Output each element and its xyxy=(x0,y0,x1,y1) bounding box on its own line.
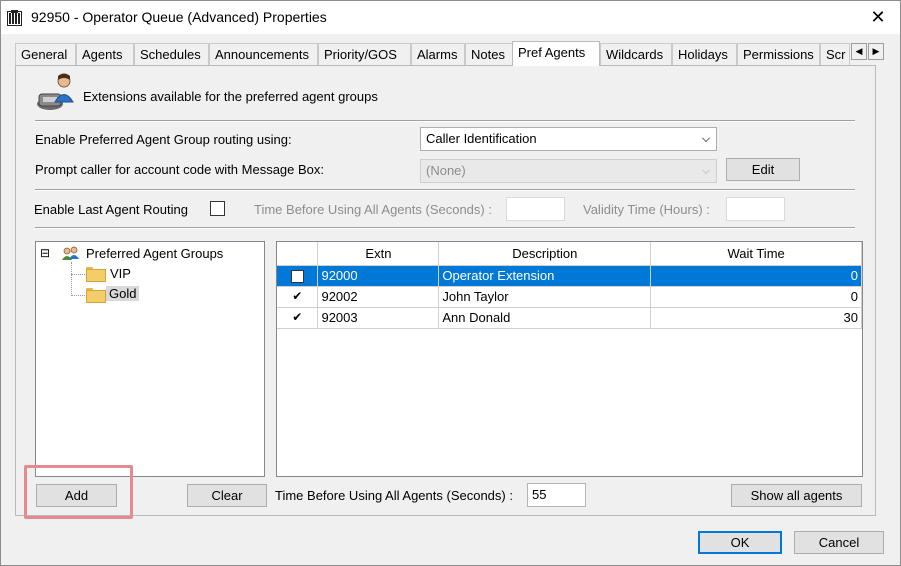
validity-time-input xyxy=(726,197,785,221)
add-button-highlight xyxy=(24,465,133,519)
table-row[interactable]: ✔ 92002 John Taylor 0 xyxy=(277,286,862,308)
agents-table: Extn Description Wait Time 92000 Operato… xyxy=(277,242,862,329)
wait-time-cell: 30 xyxy=(650,307,862,329)
header-description: Extensions available for the preferred a… xyxy=(83,89,378,104)
tab-holidays[interactable]: Holidays xyxy=(672,43,737,65)
row-checkbox-cell[interactable]: ✔ xyxy=(277,307,319,329)
prompt-dropdown-value: (None) xyxy=(426,163,466,178)
routing-dropdown-value: Caller Identification xyxy=(426,131,537,146)
edit-button[interactable]: Edit xyxy=(726,158,800,181)
cancel-button[interactable]: Cancel xyxy=(794,531,884,554)
row-checkbox-cell[interactable] xyxy=(277,265,319,287)
last-agent-time-label: Time Before Using All Agents (Seconds) : xyxy=(254,202,492,217)
ok-button[interactable]: OK xyxy=(698,531,782,554)
tree-item-vip[interactable]: VIP xyxy=(108,266,133,281)
tab-agents[interactable]: Agents xyxy=(76,43,134,65)
column-header-wait-time[interactable]: Wait Time xyxy=(650,242,862,266)
queue-app-icon xyxy=(7,10,22,26)
checkmark-icon[interactable]: ✔ xyxy=(291,311,304,325)
separator xyxy=(35,227,855,229)
last-agent-checkbox[interactable] xyxy=(210,201,225,216)
tab-general[interactable]: General xyxy=(15,43,76,65)
folder-icon xyxy=(86,267,106,282)
table-row[interactable]: ✔ 92003 Ann Donald 30 xyxy=(277,307,862,329)
separator xyxy=(35,120,855,122)
agents-grid[interactable]: Extn Description Wait Time 92000 Operato… xyxy=(276,241,863,477)
tab-scripts-partial[interactable]: Scr xyxy=(820,43,850,65)
tab-priority-gos[interactable]: Priority/GOS xyxy=(318,43,411,65)
title-bar: 92950 - Operator Queue (Advanced) Proper… xyxy=(1,1,900,34)
description-cell: John Taylor xyxy=(438,286,652,308)
separator xyxy=(35,189,855,191)
checkmark-icon[interactable]: ✔ xyxy=(291,290,304,304)
tree-line xyxy=(71,262,72,296)
row-checkbox[interactable] xyxy=(290,270,304,284)
properties-dialog: 92950 - Operator Queue (Advanced) Proper… xyxy=(0,0,901,566)
wait-time-cell: 0 xyxy=(650,265,862,287)
grid-header-row: Extn Description Wait Time xyxy=(277,242,862,266)
window-title: 92950 - Operator Queue (Advanced) Proper… xyxy=(31,9,327,25)
clear-button[interactable]: Clear xyxy=(187,484,267,507)
agent-groups-tree[interactable]: ⊟ Preferred Agent Groups VIP Gold xyxy=(35,241,265,477)
tab-strip: General Agents Schedules Announcements P… xyxy=(15,41,891,66)
description-cell: Operator Extension xyxy=(438,265,652,287)
tab-permissions[interactable]: Permissions xyxy=(737,43,820,65)
column-header-check[interactable] xyxy=(277,242,319,266)
last-agent-time-input xyxy=(506,197,565,221)
row-checkbox-cell[interactable]: ✔ xyxy=(277,286,319,308)
prompt-dropdown: (None) xyxy=(420,159,717,183)
tree-root-label[interactable]: Preferred Agent Groups xyxy=(84,246,225,261)
agents-phone-icon xyxy=(37,73,74,110)
tab-scroll-left-icon[interactable]: ◀ xyxy=(851,43,867,60)
routing-dropdown[interactable]: Caller Identification xyxy=(420,127,717,151)
column-header-description[interactable]: Description xyxy=(438,242,652,266)
tree-collapse-icon[interactable]: ⊟ xyxy=(40,247,50,259)
tab-pref-agents[interactable]: Pref Agents xyxy=(512,41,600,66)
tab-announcements[interactable]: Announcements xyxy=(209,43,318,65)
chevron-down-icon xyxy=(702,166,710,174)
extn-cell: 92000 xyxy=(317,265,440,287)
tree-item-gold[interactable]: Gold xyxy=(106,286,140,301)
tree-line xyxy=(71,274,85,275)
tree-line xyxy=(71,295,85,296)
description-cell: Ann Donald xyxy=(438,307,652,329)
extn-cell: 92003 xyxy=(317,307,440,329)
time-before-label: Time Before Using All Agents (Seconds) : xyxy=(275,488,513,503)
column-header-extn[interactable]: Extn xyxy=(317,242,440,266)
agent-group-icon xyxy=(62,246,79,260)
tab-scroll-right-icon[interactable]: ▶ xyxy=(868,43,884,60)
wait-time-cell: 0 xyxy=(650,286,862,308)
folder-open-icon xyxy=(86,288,106,303)
prompt-label: Prompt caller for account code with Mess… xyxy=(35,162,325,177)
close-icon[interactable]: ✕ xyxy=(866,6,890,28)
chevron-down-icon xyxy=(702,134,710,142)
show-all-agents-button[interactable]: Show all agents xyxy=(731,484,862,507)
extn-cell: 92002 xyxy=(317,286,440,308)
tab-wildcards[interactable]: Wildcards xyxy=(600,43,672,65)
last-agent-label: Enable Last Agent Routing xyxy=(34,202,188,217)
tab-schedules[interactable]: Schedules xyxy=(134,43,209,65)
time-before-input[interactable]: 55 xyxy=(527,483,586,507)
tab-alarms[interactable]: Alarms xyxy=(411,43,465,65)
routing-label: Enable Preferred Agent Group routing usi… xyxy=(35,132,292,147)
validity-time-label: Validity Time (Hours) : xyxy=(583,202,710,217)
tab-notes[interactable]: Notes xyxy=(465,43,513,65)
table-row[interactable]: 92000 Operator Extension 0 xyxy=(277,265,862,287)
